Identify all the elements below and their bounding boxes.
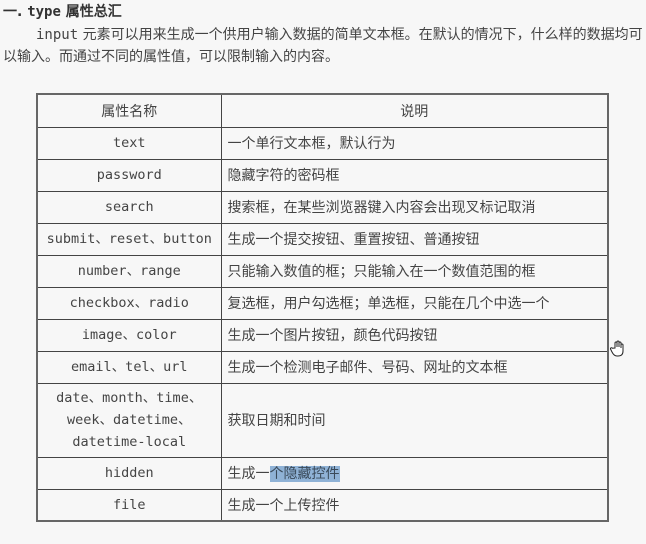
attr-desc: 生成一个隐藏控件 bbox=[220, 456, 609, 490]
attr-desc: 获取日期和时间 bbox=[220, 382, 609, 458]
attr-desc: 生成一个上传控件 bbox=[220, 488, 609, 522]
attr-desc: 一个单行文本框，默认行为 bbox=[220, 126, 609, 160]
intro-paragraph: input 元素可以用来生成一个供用户输入数据的简单文本框。在默认的情况下，什么… bbox=[3, 24, 643, 68]
table-row: search 搜索框，在某些浏览器键入内容会出现叉标记取消 bbox=[36, 190, 609, 224]
attr-name: search bbox=[36, 190, 222, 224]
heading-prefix: 一. bbox=[3, 4, 28, 20]
hand-pointer-icon bbox=[610, 340, 626, 358]
attr-desc: 只能输入数值的框；只能输入在一个数值范围的框 bbox=[220, 254, 609, 288]
attr-name: image、color bbox=[36, 318, 222, 352]
attr-name: date、month、time、 week、datetime、 datetime… bbox=[36, 382, 222, 458]
table-row: file 生成一个上传控件 bbox=[36, 488, 609, 522]
attr-name: number、range bbox=[36, 254, 222, 288]
table-row: checkbox、radio 复选框，用户勾选框；单选框，只能在几个中选一个 bbox=[36, 286, 609, 320]
section-heading: 一. type 属性总汇 bbox=[3, 2, 122, 22]
intro-text: 元素可以用来生成一个供用户输入数据的简单文本框。在默认的情况下，什么样的数据均可… bbox=[3, 27, 643, 65]
table-row: hidden 生成一个隐藏控件 bbox=[36, 456, 609, 490]
attr-name-line: datetime-local bbox=[72, 434, 187, 450]
attr-name: submit、reset、button bbox=[36, 222, 222, 256]
attr-name: file bbox=[36, 488, 222, 522]
attr-name: email、tel、url bbox=[36, 350, 222, 384]
attr-name-line: date、month、time、 bbox=[56, 390, 203, 406]
attr-name: text bbox=[36, 126, 222, 160]
attr-desc: 生成一个检测电子邮件、号码、网址的文本框 bbox=[220, 350, 609, 384]
attr-desc: 复选框，用户勾选框；单选框，只能在几个中选一个 bbox=[220, 286, 609, 320]
heading-code: type bbox=[27, 4, 61, 20]
header-attribute-name: 属性名称 bbox=[36, 93, 222, 128]
intro-code: input bbox=[36, 27, 79, 43]
table-row: number、range 只能输入数值的框；只能输入在一个数值范围的框 bbox=[36, 254, 609, 288]
table-row: text 一个单行文本框，默认行为 bbox=[36, 126, 609, 160]
attr-name: hidden bbox=[36, 456, 222, 490]
table-row: image、color 生成一个图片按钮，颜色代码按钮 bbox=[36, 318, 609, 352]
table-row: submit、reset、button 生成一个提交按钮、重置按钮、普通按钮 bbox=[36, 222, 609, 256]
attr-name: checkbox、radio bbox=[36, 286, 222, 320]
attr-desc: 生成一个图片按钮，颜色代码按钮 bbox=[220, 318, 609, 352]
table-row: email、tel、url 生成一个检测电子邮件、号码、网址的文本框 bbox=[36, 350, 609, 384]
attr-name-line: week、datetime、 bbox=[66, 412, 192, 428]
heading-title: 属性总汇 bbox=[60, 4, 122, 20]
table-row: password 隐藏字符的密码框 bbox=[36, 158, 609, 192]
attr-desc: 搜索框，在某些浏览器键入内容会出现叉标记取消 bbox=[220, 190, 609, 224]
table-row: date、month、time、 week、datetime、 datetime… bbox=[36, 382, 609, 458]
type-attributes-table: 属性名称 说明 text 一个单行文本框，默认行为 password 隐藏字符的… bbox=[36, 93, 609, 522]
desc-plain-text: 生成一 bbox=[227, 466, 270, 482]
header-description: 说明 bbox=[220, 93, 609, 128]
table-header-row: 属性名称 说明 bbox=[36, 93, 609, 128]
attr-name: password bbox=[36, 158, 222, 192]
attr-desc: 生成一个提交按钮、重置按钮、普通按钮 bbox=[220, 222, 609, 256]
selected-text[interactable]: 个隐藏控件 bbox=[269, 466, 340, 482]
attr-desc: 隐藏字符的密码框 bbox=[220, 158, 609, 192]
